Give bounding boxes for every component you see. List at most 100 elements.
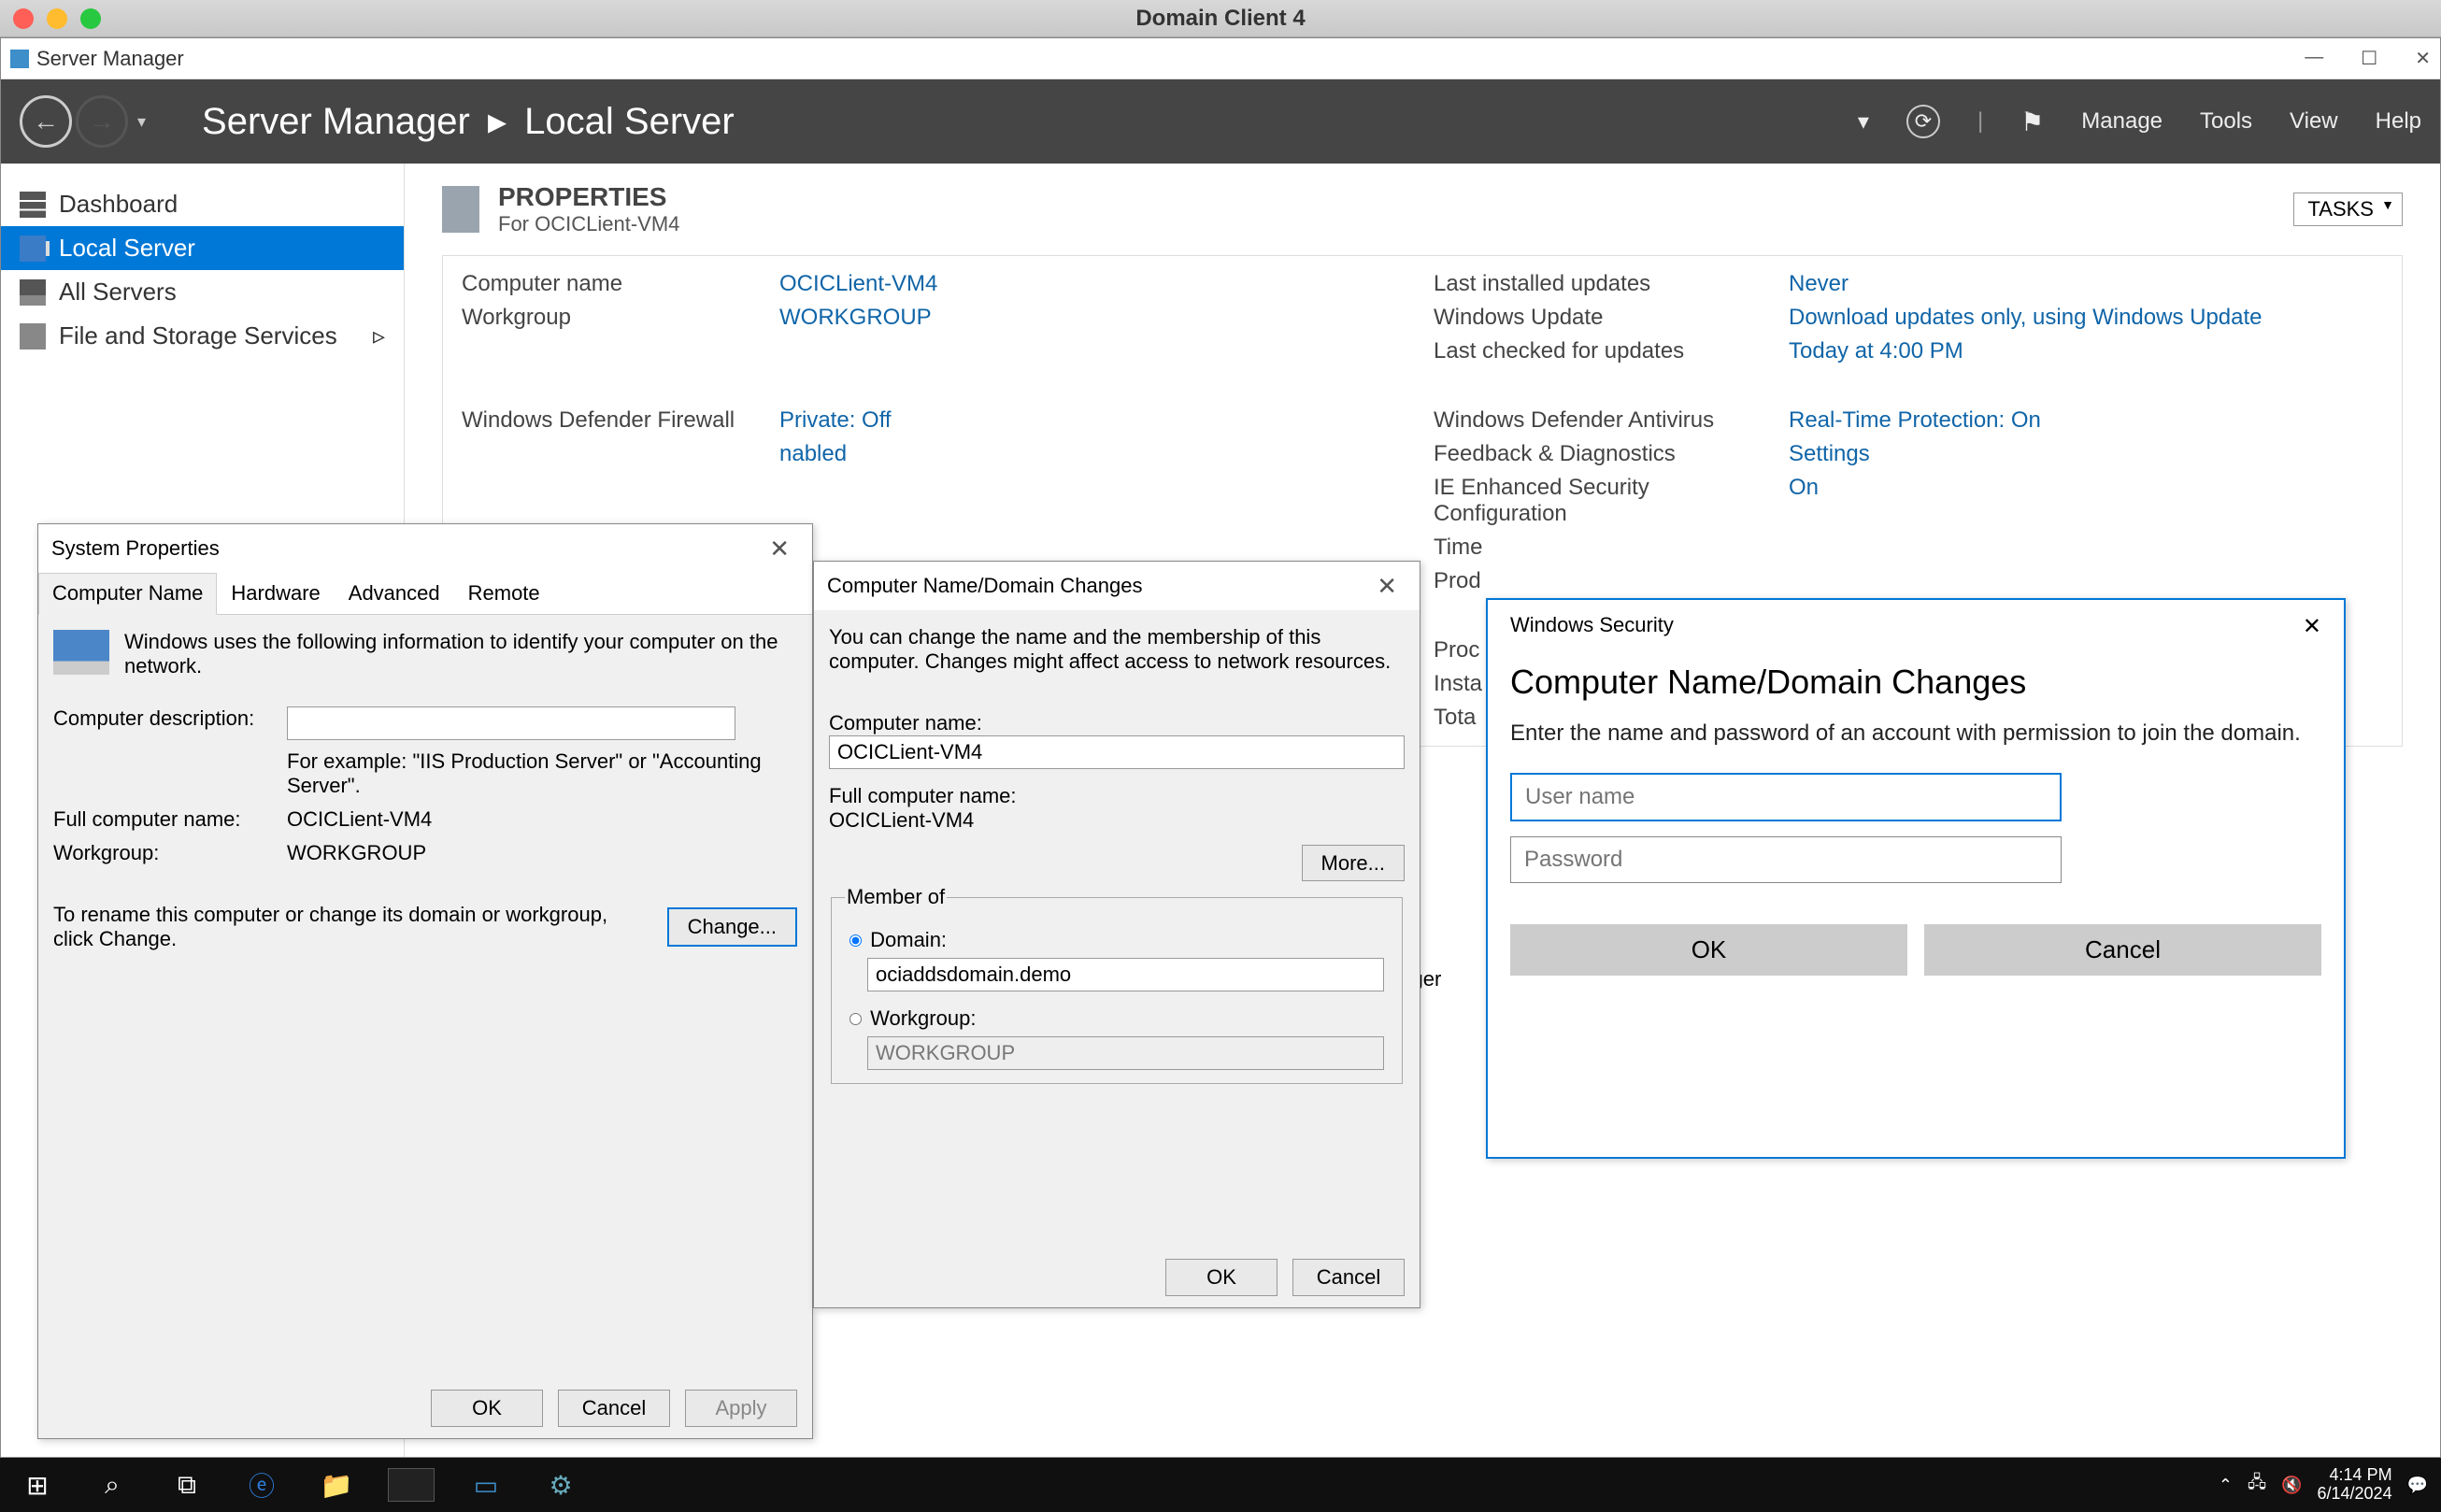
tab-computer-name[interactable]: Computer Name [38,573,217,615]
domain-input[interactable] [867,958,1384,991]
refresh-icon[interactable]: ⟳ [1906,105,1940,138]
sidebar-item-file-storage[interactable]: File and Storage Services▹ [1,314,404,358]
ok-button[interactable]: OK [431,1390,543,1427]
tab-hardware[interactable]: Hardware [217,573,334,614]
sidebar-item-dashboard[interactable]: Dashboard [1,182,404,226]
taskbar: ⊞ ⌕ ⧉ ⓔ 📁 ▭ ⚙ ⌃ 🖧 🔇 4:14 PM 6/14/2024 💬 [0,1458,2441,1512]
window-close-button[interactable]: ✕ [2415,47,2431,70]
menu-view[interactable]: View [2290,108,2338,135]
windows-security-dialog: Windows Security ✕ Computer Name/Domain … [1486,598,2346,1159]
dialog-title: System Properties [51,536,220,561]
notifications-icon[interactable]: 💬 [2407,1476,2428,1495]
close-icon[interactable]: ✕ [760,535,799,563]
ie-esc-link[interactable]: On [1789,475,2275,527]
server-manager-taskbar-icon[interactable]: ▭ [449,1458,523,1512]
feedback-link[interactable]: Settings [1789,441,2275,467]
sidebar-item-all-servers[interactable]: All Servers [1,270,404,314]
prop-label: Windows Defender Antivirus [1434,407,1789,434]
close-icon[interactable]: ✕ [2303,613,2321,640]
close-icon[interactable]: ✕ [1367,572,1406,601]
last-installed-link[interactable]: Never [1789,271,2275,297]
ok-button[interactable]: OK [1165,1259,1278,1296]
cancel-button[interactable]: Cancel [1924,924,2321,976]
task-view-button[interactable]: ⧉ [150,1458,224,1512]
flag-icon[interactable]: ⚑ [2020,107,2044,137]
more-button[interactable]: More... [1302,845,1405,881]
ok-button[interactable]: OK [1510,924,1907,976]
mac-minimize-button[interactable] [47,8,67,29]
dropdown-icon[interactable]: ▾ [1858,108,1869,136]
servers-icon [20,279,46,306]
workgroup-link[interactable]: WORKGROUP [779,305,1434,331]
prop-label: Prod [1434,568,1789,594]
storage-icon [20,323,46,349]
menu-help[interactable]: Help [2376,108,2421,135]
firewall-link[interactable]: Private: Off [779,407,1434,434]
mac-titlebar: Domain Client 4 [0,0,2441,37]
description-input[interactable] [287,706,735,740]
domain-radio[interactable]: Domain: [845,928,947,951]
mac-maximize-button[interactable] [80,8,101,29]
sidebar-item-label: All Servers [59,278,177,307]
separator: | [1977,108,1983,135]
password-input[interactable] [1510,836,2062,883]
nav-forward-button: → [76,95,128,148]
explorer-icon[interactable]: 📁 [299,1458,374,1512]
nav-back-button[interactable]: ← [20,95,72,148]
antivirus-link[interactable]: Real-Time Protection: On [1789,407,2275,434]
sidebar-item-local-server[interactable]: Local Server [1,226,404,270]
mac-close-button[interactable] [13,8,34,29]
security-text: Enter the name and password of an accoun… [1488,711,2344,765]
cancel-button[interactable]: Cancel [558,1390,670,1427]
domain-radio-label: Domain: [870,928,947,951]
breadcrumb: Server Manager ▸ Local Server [202,100,735,143]
workgroup-value: WORKGROUP [287,841,426,865]
description-hint: For example: "IIS Production Server" or … [287,749,797,798]
change-button[interactable]: Change... [667,907,797,947]
chevron-right-icon: ▹ [373,321,385,350]
dashboard-icon [20,192,46,218]
description-label: Computer description: [53,706,287,731]
computer-name-link[interactable]: OCICLient-VM4 [779,271,1434,297]
workgroup-radio-label: Workgroup: [870,1006,976,1030]
mac-window-title: Domain Client 4 [1135,6,1305,32]
prop-label: Windows Update [1434,305,1789,331]
remote-mgmt-partial[interactable]: nabled [779,441,1434,467]
search-button[interactable]: ⌕ [75,1458,150,1512]
username-input[interactable] [1510,773,2062,821]
taskbar-clock[interactable]: 4:14 PM 6/14/2024 [2318,1466,2392,1504]
ie-icon[interactable]: ⓔ [224,1458,299,1512]
windows-update-link[interactable]: Download updates only, using Windows Upd… [1789,305,2275,331]
properties-heading: PROPERTIES [498,182,679,212]
tasks-dropdown[interactable]: TASKS [2293,193,2403,226]
full-name-label: Full computer name: [53,807,287,832]
security-header: Windows Security [1510,613,1674,640]
workgroup-radio[interactable]: Workgroup: [845,1006,976,1030]
last-checked-link[interactable]: Today at 4:00 PM [1789,338,2275,364]
menu-manage[interactable]: Manage [2081,108,2163,135]
system-config-icon[interactable]: ⚙ [523,1458,598,1512]
tab-advanced[interactable]: Advanced [335,573,454,614]
start-button[interactable]: ⊞ [0,1458,75,1512]
computer-name-input[interactable] [829,735,1405,769]
computer-name-label: Computer name: [829,711,1405,735]
window-maximize-button[interactable]: ☐ [2361,47,2377,70]
prop-label: Windows Defender Firewall [462,407,779,434]
properties-icon [442,186,479,233]
menu-tools[interactable]: Tools [2200,108,2252,135]
nav-dropdown-icon[interactable]: ▾ [137,112,146,132]
cancel-button[interactable]: Cancel [1292,1259,1405,1296]
chevron-right-icon: ▸ [488,101,507,142]
prop-label: Last checked for updates [1434,338,1789,364]
tray-network-icon[interactable]: 🖧 [2248,1471,2266,1499]
tab-remote[interactable]: Remote [454,573,554,614]
window-minimize-button[interactable]: — [2305,47,2323,70]
apply-button: Apply [685,1390,797,1427]
workgroup-input [867,1036,1384,1070]
full-name-value: OCICLient-VM4 [287,807,432,832]
tray-chevron-icon[interactable]: ⌃ [2219,1476,2233,1495]
tray-volume-icon[interactable]: 🔇 [2281,1476,2302,1495]
workgroup-label: Workgroup: [53,841,287,865]
intro-text: You can change the name and the membersh… [829,625,1405,674]
terminal-icon[interactable] [388,1468,435,1502]
